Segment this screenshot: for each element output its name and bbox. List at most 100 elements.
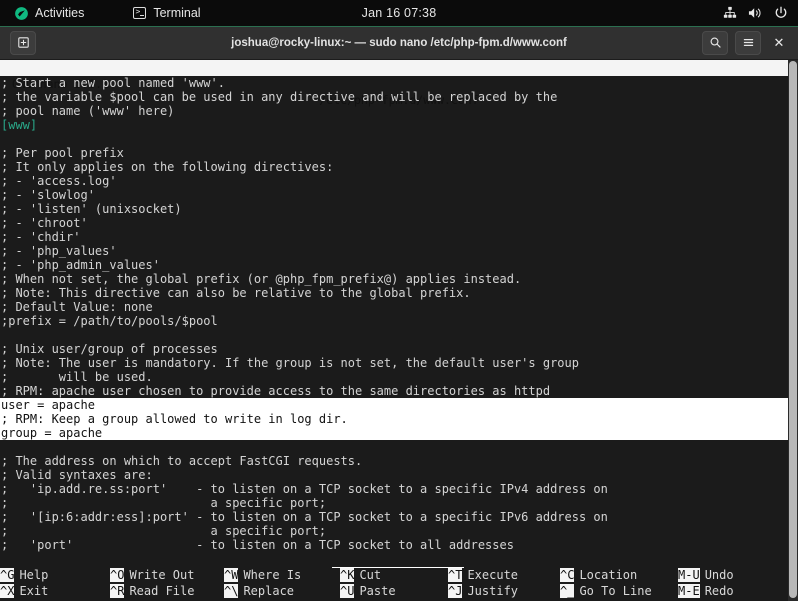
scrollbar-thumb[interactable]	[789, 61, 797, 598]
nano-line[interactable]: ; Unix user/group of processes	[0, 342, 798, 356]
nano-line[interactable]: ;prefix = /path/to/pools/$pool	[0, 314, 798, 328]
nano-shortcut-label: Execute	[467, 568, 519, 582]
nano-shortcut-key: ^J	[448, 584, 463, 598]
system-status-area[interactable]	[723, 6, 788, 20]
nano-line[interactable]: ; RPM: Keep a group allowed to write in …	[0, 412, 798, 426]
activities-label: Activities	[35, 6, 85, 20]
nano-line[interactable]: [www]	[0, 118, 798, 132]
nano-shortcut[interactable]: ^R Read File	[110, 584, 194, 598]
nano-line[interactable]: ; Valid syntaxes are:	[0, 468, 798, 482]
nano-line[interactable]: group = apache	[0, 426, 798, 440]
nano-line[interactable]: ; Note: This directive can also be relat…	[0, 286, 798, 300]
nano-shortcut-label: Replace	[243, 584, 295, 598]
nano-line[interactable]: ; Note: The user is mandatory. If the gr…	[0, 356, 798, 370]
nano-line[interactable]: ; 'ip.add.re.ss:port' - to listen on a T…	[0, 482, 798, 496]
nano-shortcut[interactable]: ^_ Go To Line	[560, 584, 652, 598]
new-tab-icon	[17, 34, 30, 53]
nano-shortcut-key: ^K	[340, 568, 355, 582]
nano-line[interactable]: ; 'port' - to listen on a TCP socket to …	[0, 538, 798, 552]
nano-line[interactable]: ; the variable $pool can be used in any …	[0, 90, 798, 104]
nano-shortcut[interactable]: ^U Paste	[340, 584, 396, 598]
nano-shortcut[interactable]: ^X Exit	[0, 584, 48, 598]
nano-line[interactable]: ; will be used.	[0, 370, 798, 384]
nano-shortcut[interactable]: ^T Execute	[448, 568, 518, 582]
nano-line[interactable]: user = apache	[0, 398, 798, 412]
nano-shortcut[interactable]: ^G Help	[0, 568, 48, 582]
window-scrollbar[interactable]	[788, 60, 798, 601]
window-titlebar: joshua@rocky-linux:~ — sudo nano /etc/ph…	[0, 27, 798, 60]
nano-shortcut-key: M-U	[678, 568, 700, 582]
nano-title-bar: GNU nano 5.6.1 /etc/php-fpm.d/www.conf	[0, 60, 798, 107]
nano-shortcut-label: Exit	[19, 584, 49, 598]
nano-line[interactable]: ; The address on which to accept FastCGI…	[0, 454, 798, 468]
nano-line[interactable]: ; - 'slowlog'	[0, 188, 798, 202]
nano-shortcut[interactable]: M-U Undo	[678, 568, 734, 582]
nano-shortcut-key: ^_	[560, 584, 575, 598]
close-window-button[interactable]: ✕	[768, 32, 790, 54]
network-wired-icon[interactable]	[723, 6, 737, 20]
nano-shortcut[interactable]: ^O Write Out	[110, 568, 194, 582]
new-tab-button[interactable]	[10, 31, 36, 55]
rocky-logo-icon	[14, 6, 29, 21]
nano-shortcut-key: ^G	[0, 568, 15, 582]
nano-line[interactable]: ; - 'chroot'	[0, 216, 798, 230]
nano-line[interactable]	[0, 440, 798, 454]
nano-editor[interactable]: GNU nano 5.6.1 /etc/php-fpm.d/www.conf ;…	[0, 60, 798, 601]
nano-shortcut[interactable]: ^C Location	[560, 568, 637, 582]
nano-line[interactable]: ; a specific port;	[0, 524, 798, 538]
nano-shortcut-label: Paste	[359, 584, 396, 598]
nano-shortcut-key: ^\	[224, 584, 239, 598]
nano-shortcut-label: Write Out	[129, 568, 195, 582]
nano-line[interactable]: ; Default Value: none	[0, 300, 798, 314]
nano-shortcut-label: Cut	[359, 568, 382, 582]
menu-button[interactable]	[735, 31, 761, 55]
power-icon[interactable]	[774, 6, 788, 20]
nano-shortcut-key: ^R	[110, 584, 125, 598]
nano-shortcut[interactable]: ^W Where Is	[224, 568, 301, 582]
nano-shortcut[interactable]: M-E Redo	[678, 584, 734, 598]
nano-shortcut-label: Where Is	[243, 568, 302, 582]
nano-line[interactable]: ; - 'chdir'	[0, 230, 798, 244]
nano-line[interactable]: ; - 'access.log'	[0, 174, 798, 188]
nano-line[interactable]: ; Start a new pool named 'www'.	[0, 76, 798, 90]
nano-line[interactable]: ; It only applies on the following direc…	[0, 160, 798, 174]
nano-line[interactable]: ; - 'listen' (unixsocket)	[0, 202, 798, 216]
nano-shortcut-label: Go To Line	[579, 584, 652, 598]
nano-shortcut-key: ^C	[560, 568, 575, 582]
nano-shortcut-key: ^U	[340, 584, 355, 598]
clock-label[interactable]: Jan 16 07:38	[362, 6, 437, 20]
app-menu-terminal[interactable]: Terminal	[127, 3, 206, 23]
nano-shortcut-key: M-E	[678, 584, 700, 598]
nano-shortcut-label: Help	[19, 568, 49, 582]
nano-line[interactable]: ; pool name ('www' here)	[0, 104, 798, 118]
nano-shortcut-label: Read File	[129, 584, 195, 598]
gnome-top-bar: Activities Terminal Jan 16 07:38	[0, 0, 798, 27]
nano-shortcut-key: ^X	[0, 584, 15, 598]
nano-shortcut[interactable]: ^\ Replace	[224, 584, 294, 598]
nano-line[interactable]: ; When not set, the global prefix (or @p…	[0, 272, 798, 286]
nano-line[interactable]: ; '[ip:6:addr:ess]:port' - to listen on …	[0, 510, 798, 524]
nano-text-area[interactable]: ; Start a new pool named 'www'.; the var…	[0, 76, 798, 568]
nano-shortcut[interactable]: ^K Cut	[340, 568, 381, 582]
close-icon: ✕	[773, 35, 785, 50]
top-bar-left-group: Activities Terminal	[0, 3, 207, 24]
nano-line[interactable]: ; - 'php_admin_values'	[0, 258, 798, 272]
nano-shortcut-label: Justify	[467, 584, 519, 598]
search-button[interactable]	[702, 31, 728, 55]
nano-line[interactable]	[0, 328, 798, 342]
nano-line[interactable]: ; a specific port;	[0, 496, 798, 510]
nano-shortcut-label: Location	[579, 568, 638, 582]
volume-icon[interactable]	[748, 6, 763, 20]
nano-shortcut-label: Undo	[704, 568, 734, 582]
nano-line[interactable]	[0, 132, 798, 146]
nano-shortcut[interactable]: ^J Justify	[448, 584, 518, 598]
activities-button[interactable]: Activities	[10, 3, 92, 24]
terminal-icon	[133, 6, 147, 19]
nano-line[interactable]: ; - 'php_values'	[0, 244, 798, 258]
titlebar-left-buttons	[10, 31, 36, 55]
nano-shortcut-key: ^W	[224, 568, 239, 582]
desktop-screen: Activities Terminal Jan 16 07:38	[0, 0, 798, 601]
nano-line[interactable]: ; RPM: apache user chosen to provide acc…	[0, 384, 798, 398]
nano-shortcut-bar: ^G Help ^X Exit ^O Write Out ^R Read File ^W Wher…	[0, 568, 798, 601]
nano-line[interactable]: ; Per pool prefix	[0, 146, 798, 160]
